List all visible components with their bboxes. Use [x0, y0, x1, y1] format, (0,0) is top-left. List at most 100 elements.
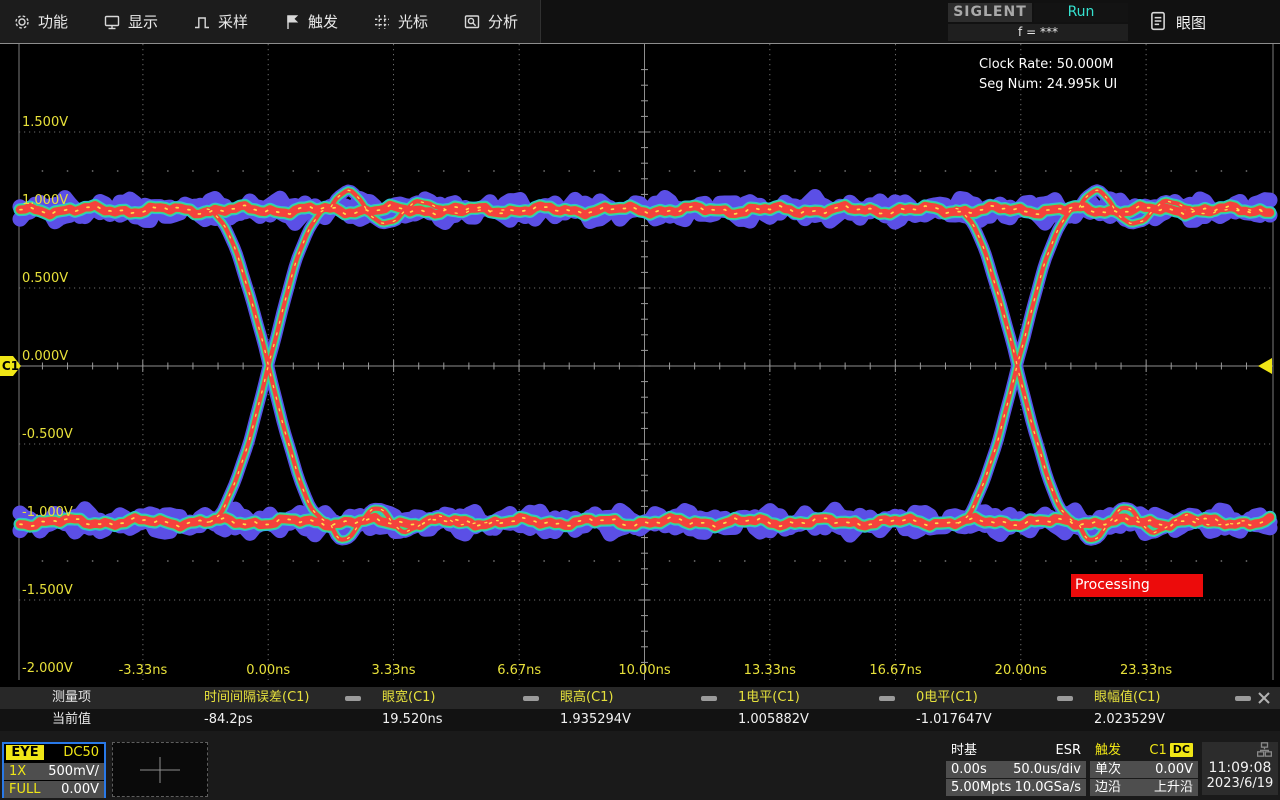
measurement-column-label: 1电平(C1) [738, 687, 800, 709]
run-state-button[interactable]: Run [1034, 3, 1128, 22]
active-app-label[interactable]: 眼图 [1176, 12, 1206, 33]
y-axis-label: -0.500V [22, 427, 73, 442]
trigger-level: 0.00V [1155, 761, 1193, 778]
plus-crosshair-icon [138, 755, 182, 785]
collapse-measurement-button[interactable] [345, 696, 361, 701]
menu-button-display[interactable]: 显示 [90, 0, 181, 43]
menu-button-analysis[interactable]: 分析 [450, 0, 541, 43]
system-date: 2023/6/19 [1202, 776, 1278, 791]
brand-logo: SIGLENT [948, 3, 1032, 22]
measurement-column-value: 1.005882V [738, 709, 809, 731]
menu-label: 触发 [308, 11, 338, 32]
y-axis-label: -1.500V [22, 583, 73, 598]
channel-attenuation: 1X [9, 763, 26, 780]
y-axis-label: 0.000V [22, 349, 68, 364]
y-axis-label: 1.000V [22, 193, 68, 208]
trigger-mode: 单次 [1095, 761, 1121, 778]
sample-rate: 10.0GSa/s [1015, 779, 1081, 796]
measurement-column-value: 2.023529V [1094, 709, 1165, 731]
menu-label: 显示 [128, 11, 158, 32]
y-axis-label: -1.000V [22, 505, 73, 520]
display-icon [103, 13, 121, 31]
oscilloscope-screen: { "menu": {"items": [ {"label": "功能", "i… [0, 0, 1280, 800]
segment-count-readout: Seg Num: 24.995k UI [979, 77, 1117, 92]
menu-label: 功能 [38, 11, 68, 32]
eye-diagram-app-icon [1148, 11, 1168, 31]
channel-impedance: DC50 [63, 744, 99, 761]
add-channel-box[interactable] [112, 742, 208, 797]
collapse-measurement-button[interactable] [1235, 696, 1251, 701]
y-axis-label: 0.500V [22, 271, 68, 286]
system-time: 11:09:08 [1202, 760, 1278, 776]
lan-status-icon [1202, 742, 1278, 758]
top-menu-bar: 功能 显示 采样 触发 光标 分析 SIGLENT Run f = *** 眼图 [0, 0, 1280, 44]
x-axis-label: -3.33ns [119, 663, 168, 678]
menu-label: 光标 [398, 11, 428, 32]
x-axis-label: 16.67ns [869, 663, 921, 678]
measurement-column-label: 眼宽(C1) [382, 687, 436, 709]
trigger-source: C1 [1149, 743, 1166, 758]
timebase-title: 时基 [951, 742, 977, 759]
trigger-level-marker[interactable] [1258, 358, 1272, 374]
channel-offset: 0.00V [61, 781, 99, 798]
menu-button-trigger-flag[interactable]: 触发 [270, 0, 361, 43]
cursor-icon [373, 13, 391, 31]
measurement-column-value: -1.017647V [916, 709, 992, 731]
measurement-column-value: 1.935294V [560, 709, 631, 731]
timebase-delay: 0.00s [951, 761, 987, 778]
menu-label: 采样 [218, 11, 248, 32]
eye-diagram-plot [0, 0, 1280, 800]
trigger-flag-icon [283, 13, 301, 31]
measurement-table: 测量项 时间间隔误差(C1) 眼宽(C1) 眼高(C1) 1电平(C1) 0电平(C1)… [0, 687, 1280, 731]
trigger-coupling-badge: DC [1170, 743, 1193, 757]
y-axis-label: 1.500V [22, 115, 68, 130]
processing-status-badge: Processing [1071, 574, 1203, 597]
channel-bandwidth: FULL [9, 781, 40, 798]
x-axis-label: 0.00ns [246, 663, 290, 678]
trigger-descriptor-box[interactable]: 触发 C1 DC 单次 0.00V 边沿 上升沿 [1090, 742, 1198, 795]
channel-name-badge: EYE [6, 745, 44, 760]
measurement-column-label: 眼高(C1) [560, 687, 614, 709]
analysis-icon [463, 13, 481, 31]
y-axis-label: -2.000V [22, 661, 73, 676]
measurement-column-value: -84.2ps [204, 709, 253, 731]
close-measurements-button[interactable] [1256, 690, 1272, 706]
timebase-mode: ESR [1056, 742, 1082, 759]
menu-button-cursor[interactable]: 光标 [360, 0, 451, 43]
channel-scale: 500mV/ [48, 763, 99, 780]
x-axis-label: 13.33ns [744, 663, 796, 678]
x-axis-label: 3.33ns [372, 663, 416, 678]
bottom-status-bar: EYE DC50 1X 500mV/ FULL 0.00V 时基 ESR 0.0… [0, 731, 1280, 800]
collapse-measurement-button[interactable] [701, 696, 717, 701]
timebase-descriptor-box[interactable]: 时基 ESR 0.00s 50.0us/div 5.00Mpts 10.0GSa… [946, 742, 1086, 795]
measurement-column-label: 时间间隔误差(C1) [204, 687, 310, 709]
trigger-slope: 上升沿 [1154, 779, 1193, 796]
measurement-value-row: 当前值 -84.2ps 19.520ns 1.935294V 1.005882V -1.… [0, 709, 1280, 731]
channel-descriptor-box[interactable]: EYE DC50 1X 500mV/ FULL 0.00V [2, 742, 106, 798]
trigger-source-coupling: C1 DC [1149, 742, 1193, 759]
trigger-type: 边沿 [1095, 779, 1121, 796]
collapse-measurement-button[interactable] [879, 696, 895, 701]
collapse-measurement-button[interactable] [523, 696, 539, 701]
measurement-item-header: 测量项 [52, 687, 91, 709]
sampling-icon [193, 13, 211, 31]
measurement-column-value: 19.520ns [382, 709, 443, 731]
x-axis-label: 20.00ns [995, 663, 1047, 678]
gear-icon [13, 13, 31, 31]
memory-depth: 5.00Mpts [951, 779, 1011, 796]
measurement-header-row: 测量项 时间间隔误差(C1) 眼宽(C1) 眼高(C1) 1电平(C1) 0电平(C1)… [0, 687, 1280, 709]
trigger-title: 触发 [1095, 742, 1121, 759]
clock-rate-readout: Clock Rate: 50.000M [979, 57, 1113, 72]
collapse-measurement-button[interactable] [1057, 696, 1073, 701]
current-value-label: 当前值 [52, 709, 91, 731]
measurement-column-label: 0电平(C1) [916, 687, 978, 709]
timebase-scale: 50.0us/div [1013, 761, 1081, 778]
menu-label: 分析 [488, 11, 518, 32]
menu-button-sampling[interactable]: 采样 [180, 0, 271, 43]
datetime-panel[interactable]: 11:09:08 2023/6/19 [1202, 742, 1278, 795]
trigger-frequency-readout: f = *** [948, 24, 1128, 41]
measurement-column-label: 眼幅值(C1) [1094, 687, 1161, 709]
x-axis-label: 23.33ns [1120, 663, 1172, 678]
menu-button-gear[interactable]: 功能 [0, 0, 91, 43]
x-axis-label: 6.67ns [497, 663, 541, 678]
